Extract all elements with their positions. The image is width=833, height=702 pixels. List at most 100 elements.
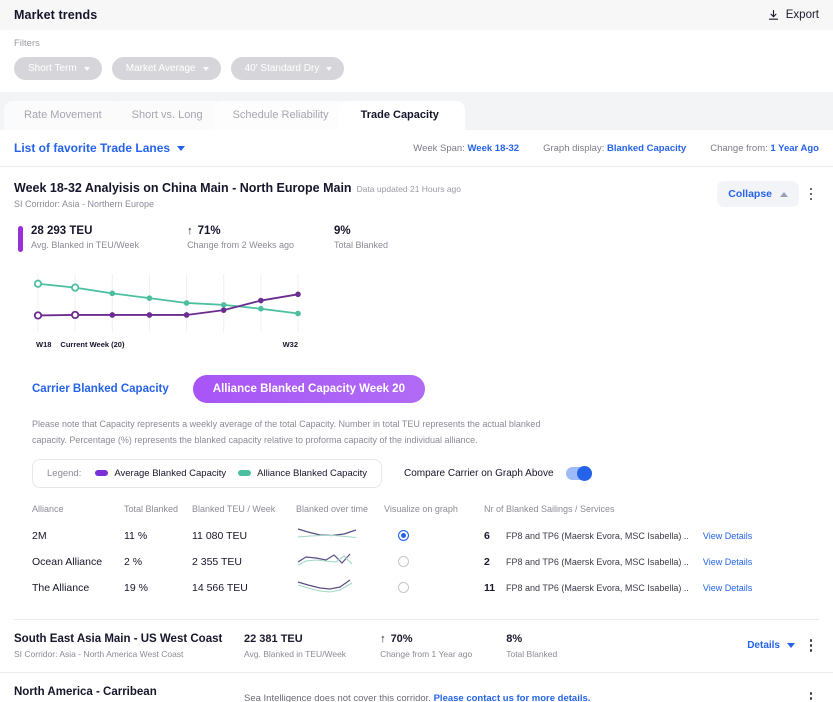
cell-total-blanked: 19 % [124, 581, 148, 594]
cell-sparkline [296, 549, 384, 574]
legend-item-average: Average Blanked Capacity [95, 468, 226, 479]
cell-visualize[interactable] [384, 582, 484, 593]
alliance-table: Alliance Total Blanked Blanked TEU / Wee… [32, 504, 805, 601]
lane-metric-label: Avg. Blanked in TEU/Week [244, 648, 347, 659]
lane-row-titles: North America - Carribean SI Corridor: C… [14, 686, 244, 702]
lane-metric-value: 8% [506, 632, 523, 645]
lane-row-titles: South East Asia Main - US West Coast SI … [14, 633, 244, 659]
line-chart-svg [33, 274, 301, 332]
change-from-control[interactable]: Change from: 1 Year Ago [710, 143, 819, 154]
nr-sailings-count: 11 [484, 581, 496, 594]
view-details-link[interactable]: View Details [703, 583, 752, 593]
lane-row-south-east-asia[interactable]: South East Asia Main - US West Coast SI … [0, 620, 833, 673]
lane-row-subtitle: SI Corridor: Asia - North America West C… [14, 648, 184, 659]
cell-sparkline [296, 575, 384, 600]
lane-row-more-options-button[interactable] [803, 635, 819, 656]
lane-row-more-options-button[interactable] [803, 688, 819, 702]
chart-tick-w18: W18 [36, 340, 52, 349]
kpi-value: 71% [197, 225, 221, 237]
cell-sparkline [296, 523, 384, 548]
view-details-link[interactable]: View Details [703, 531, 752, 541]
cell-blanked-teu: 11 080 TEU [192, 529, 248, 542]
kpi-value-wrap: ↑ 71% [187, 225, 294, 237]
sparkline-icon [297, 553, 353, 566]
chevron-down-icon [787, 643, 795, 648]
cell-nr-sailings: 2 FP8 and TP6 (Maersk Evora, MSC Isabell… [484, 556, 805, 568]
kpi-row: 28 293 TEU Avg. Blanked in TEU/Week ↑ 71… [14, 225, 819, 252]
tab-short-vs-long[interactable]: Short vs. Long [111, 101, 223, 130]
change-from-label: Change from: [710, 142, 768, 154]
cell-nr-sailings: 6 FP8 and TP6 (Maersk Evora, MSC Isabell… [484, 530, 805, 542]
legend-swatch-alliance [238, 470, 252, 476]
cell-visualize[interactable] [384, 556, 484, 567]
capacity-tab-group: Carrier Blanked Capacity Alliance Blanke… [32, 375, 819, 403]
export-label: Export [785, 9, 819, 21]
sparkline-icon [297, 528, 357, 539]
sparkline-icon [297, 579, 353, 593]
details-label: Details [747, 640, 780, 651]
kebab-dot [809, 649, 813, 652]
cell-total-blanked: 11 % [124, 529, 148, 542]
visualize-radio[interactable] [398, 556, 409, 567]
tab-carrier-blanked-capacity[interactable]: Carrier Blanked Capacity [32, 383, 169, 395]
table-row[interactable]: The Alliance 19 % 14 566 TEU 11 FP8 and … [32, 575, 805, 601]
download-icon [767, 9, 780, 22]
kpi-change: ↑ 71% Change from 2 Weeks ago [187, 225, 294, 250]
cell-visualize[interactable] [384, 530, 484, 541]
kpi-total-blanked: 9% Total Blanked [334, 225, 388, 250]
filter-pill-market-average[interactable]: Market Average [111, 57, 221, 80]
graph-display-control[interactable]: Graph display: Blanked Capacity [543, 143, 686, 154]
column-header-blanked-teu: Blanked TEU / Week [192, 503, 276, 514]
lane-metric-total-blanked: 8% Total Blanked [506, 633, 557, 659]
tab-bar-wrapper: Rate Movement Short vs. Long Schedule Re… [0, 92, 833, 130]
favorite-trade-lanes-label: List of favorite Trade Lanes [14, 141, 171, 155]
chevron-down-icon [202, 66, 209, 71]
compare-carrier-toggle[interactable] [565, 465, 592, 481]
visualize-radio[interactable] [398, 582, 409, 593]
tab-alliance-blanked-capacity[interactable]: Alliance Blanked Capacity Week 20 [192, 375, 425, 403]
filter-pill-container-type[interactable]: 40' Standard Dry [230, 57, 345, 80]
legend-label: Average Blanked Capacity [114, 467, 227, 479]
lane-metric-label: Change from 1 Year ago [380, 648, 473, 659]
column-header-alliance: Alliance [32, 503, 64, 514]
cell-total-blanked: 2 % [124, 555, 143, 568]
lane-row-north-america-carribean[interactable]: North America - Carribean SI Corridor: C… [0, 673, 833, 702]
lane-subtitle: SI Corridor: Asia - Northern Europe [14, 199, 155, 209]
table-row[interactable]: Ocean Alliance 2 % 2 355 TEU 2 FP8 and T… [32, 549, 805, 575]
visualize-radio-selected[interactable] [398, 530, 409, 541]
legend-row: Legend: Average Blanked Capacity Allianc… [32, 458, 819, 488]
lane-actions: Collapse [717, 181, 819, 207]
legend-item-alliance: Alliance Blanked Capacity [238, 468, 367, 479]
chevron-down-icon [326, 66, 333, 71]
collapse-label: Collapse [728, 188, 772, 200]
lane-metric-label: Total Blanked [506, 648, 558, 659]
tab-rate-movement[interactable]: Rate Movement [4, 101, 122, 130]
week-span-control[interactable]: Week Span: Week 18-32 [413, 143, 519, 154]
filter-pill-label: 40' Standard Dry [244, 63, 320, 74]
lane-metric-change: ↑ 70% Change from 1 Year ago [380, 633, 472, 659]
tab-schedule-reliability[interactable]: Schedule Reliability [212, 101, 349, 130]
table-row[interactable]: 2M 11 % 11 080 TEU 6 FP8 and TP6 (Maersk… [32, 523, 805, 549]
lane-more-options-button[interactable] [803, 184, 819, 205]
kpi-label: Change from 2 Weeks ago [187, 240, 294, 250]
lane-header-bar: List of favorite Trade Lanes Week Span: … [0, 130, 833, 167]
capacity-note: Please note that Capacity represents a w… [32, 419, 541, 445]
details-button[interactable]: Details [747, 640, 795, 651]
lane-title-text: Week 18-32 Analyisis on China Main - Nor… [14, 181, 352, 195]
contact-us-link[interactable]: Please contact us for more details. [434, 693, 591, 702]
favorite-trade-lanes-dropdown[interactable]: List of favorite Trade Lanes [14, 141, 186, 155]
chevron-down-icon [177, 145, 186, 151]
kebab-dot [809, 692, 813, 695]
export-button[interactable]: Export [767, 9, 819, 22]
tab-trade-capacity[interactable]: Trade Capacity [338, 101, 465, 130]
kebab-dot [809, 197, 813, 201]
kebab-dot [809, 187, 813, 191]
collapse-button[interactable]: Collapse [717, 181, 799, 207]
page-title: Market trends [14, 8, 98, 22]
week-span-label: Week Span: [413, 142, 465, 154]
compare-carrier-label: Compare Carrier on Graph Above [403, 467, 554, 479]
filter-pill-short-term[interactable]: Short Term [14, 57, 102, 80]
view-details-link[interactable]: View Details [703, 557, 752, 567]
column-header-total-blanked: Total Blanked [124, 503, 179, 514]
lane-metric-value-wrap: ↑ 70% [380, 633, 472, 645]
